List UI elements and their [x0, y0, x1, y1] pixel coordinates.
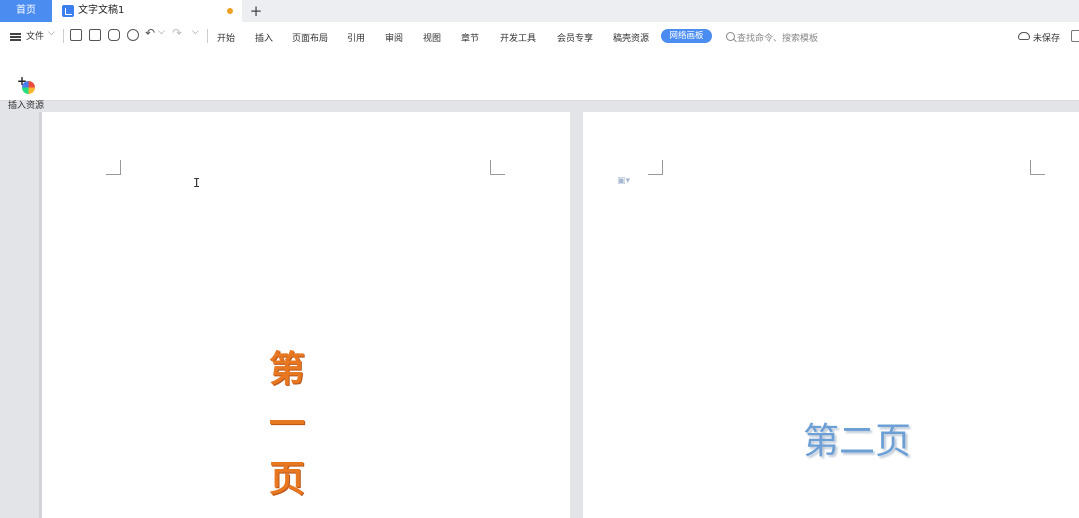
search-command-input[interactable]: 查找命令、搜索模板: [737, 31, 818, 44]
menu-insert[interactable]: 插入: [255, 31, 273, 44]
unsaved-dot-icon: [227, 8, 233, 14]
menu-page-layout[interactable]: 页面布局: [292, 31, 328, 44]
share-icon[interactable]: [1071, 30, 1079, 42]
menu-member[interactable]: 会员专享: [557, 31, 593, 44]
menu-section[interactable]: 章节: [461, 31, 479, 44]
margin-corner-mark: [490, 160, 505, 175]
new-tab-button[interactable]: +: [248, 0, 264, 22]
insert-resource-button[interactable]: 插入资源: [8, 98, 44, 111]
menu-references[interactable]: 引用: [347, 31, 365, 44]
divider: [63, 29, 64, 43]
copy-icon[interactable]: [108, 29, 120, 41]
margin-corner-mark: [1030, 160, 1045, 175]
print-icon[interactable]: [89, 29, 101, 41]
hamburger-menu-icon[interactable]: [10, 33, 21, 35]
margin-corner-mark: [648, 160, 663, 175]
preview-icon[interactable]: [127, 29, 139, 41]
file-menu[interactable]: 文件: [26, 29, 44, 42]
text-cursor-icon: I: [193, 176, 201, 190]
more-commands-icon[interactable]: ⌵: [192, 27, 199, 37]
save-status[interactable]: 未保存: [1033, 31, 1060, 44]
document-icon: [62, 5, 74, 17]
page1-line: 页: [268, 459, 305, 500]
tab-document[interactable]: 文字文稿1: [52, 0, 242, 22]
paragraph-options-icon[interactable]: ▣▾: [617, 176, 630, 186]
tab-document-title: 文字文稿1: [78, 5, 125, 16]
undo-dropdown-icon[interactable]: ⌵: [158, 27, 165, 37]
palette-icon: [22, 81, 35, 94]
tab-bar: 首页 文字文稿1 +: [0, 0, 1079, 22]
chevron-down-icon[interactable]: ⌵: [48, 28, 55, 38]
page1-text: 第 一 页: [266, 342, 308, 507]
divider: [207, 29, 208, 43]
menu-review[interactable]: 审阅: [385, 31, 403, 44]
page1-line: 一: [268, 404, 305, 445]
menu-view[interactable]: 视图: [423, 31, 441, 44]
menu-home[interactable]: 开始: [217, 31, 235, 44]
menu-developer[interactable]: 开发工具: [500, 31, 536, 44]
search-icon[interactable]: [726, 32, 735, 41]
cloud-icon: [1018, 32, 1030, 40]
insert-resource-icon[interactable]: +: [17, 74, 35, 94]
menu-online-whiteboard[interactable]: 网络画板: [661, 29, 712, 43]
page1-line: 第: [268, 349, 305, 390]
page2-text: 第二页: [803, 421, 912, 462]
save-icon[interactable]: [70, 29, 82, 41]
ribbon: 文件 ⌵ ↶ ⌵ ↷ ⌵ 开始 插入 页面布局 引用 审阅 视图 章节 开发工具…: [0, 22, 1079, 111]
redo-icon[interactable]: ↷: [172, 26, 182, 40]
margin-corner-mark: [106, 160, 121, 175]
undo-icon[interactable]: ↶: [145, 26, 155, 40]
tab-home[interactable]: 首页: [0, 0, 52, 22]
menu-resources[interactable]: 稿壳资源: [613, 31, 649, 44]
